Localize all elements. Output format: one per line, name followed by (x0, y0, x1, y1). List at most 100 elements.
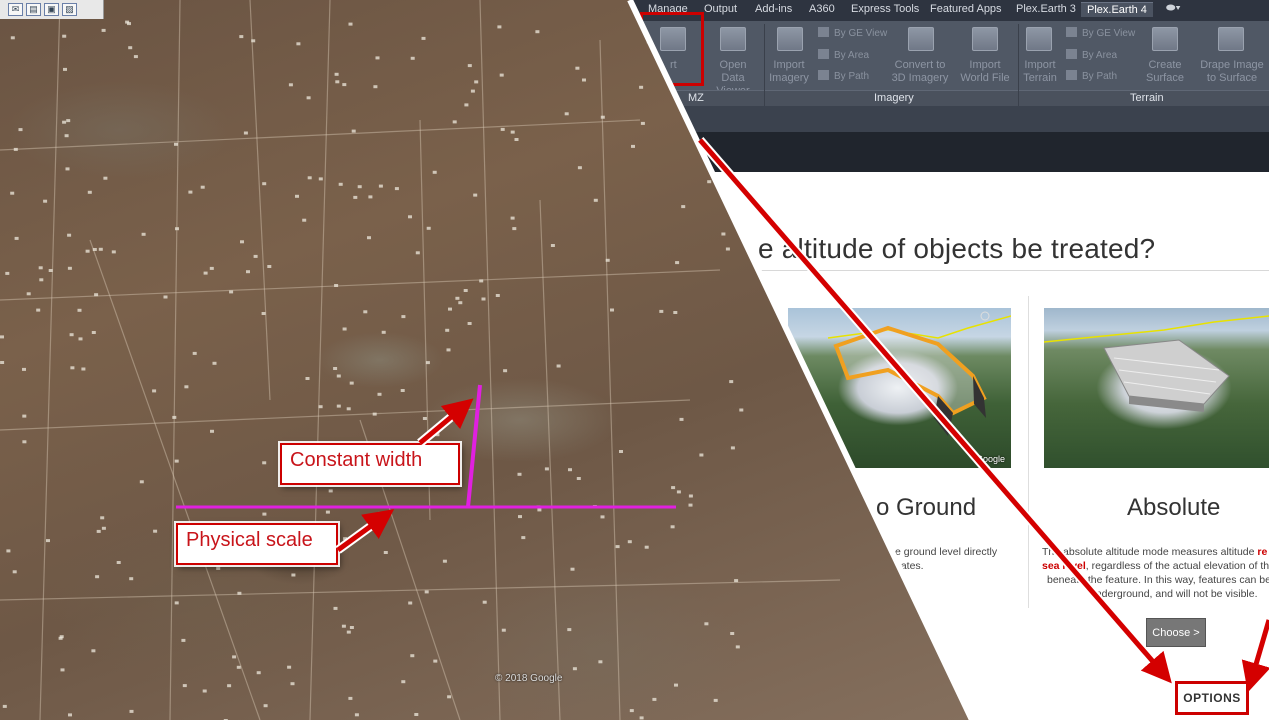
well-pad (111, 250, 116, 254)
well-pad (577, 166, 582, 170)
well-pad (91, 331, 96, 334)
well-pad (98, 247, 103, 251)
tab-plex-earth-4[interactable]: Plex.Earth 4 (1081, 2, 1153, 17)
well-pad (334, 72, 339, 76)
well-pad (725, 247, 730, 251)
well-pad (605, 258, 610, 262)
well-pad (70, 366, 75, 370)
mode-absolute-title: Absolute (1127, 494, 1221, 521)
well-pad (184, 385, 189, 389)
dialog-title: e altitude of objects be treated? (758, 233, 1156, 264)
panel-label-kmz: MZ (688, 92, 704, 104)
map-road (0, 269, 721, 301)
well-pad (253, 254, 258, 258)
create-surface-label-bottom: Surface (1146, 72, 1184, 84)
well-pad (67, 233, 72, 237)
well-pad (446, 348, 451, 352)
well-pad (267, 265, 272, 268)
well-pad (576, 477, 581, 480)
create-surface-button[interactable]: Create Surface (1140, 59, 1190, 85)
well-pad (652, 697, 657, 701)
import-world-file-button[interactable]: Import World File (956, 59, 1014, 85)
well-pad (704, 622, 709, 626)
absolute-preview[interactable] (1044, 308, 1269, 468)
import-imagery-button[interactable]: Import Imagery (766, 59, 812, 85)
well-pad (66, 119, 71, 123)
well-pad (452, 120, 457, 124)
well-pad (481, 297, 486, 301)
drape-image-label-top: Drape Image (1200, 59, 1264, 71)
well-pad (13, 147, 18, 151)
well-pad (510, 216, 515, 220)
convert-3d-label-top: Convert to (894, 59, 946, 71)
well-pad (216, 566, 221, 570)
well-pad (342, 327, 347, 331)
well-pad (688, 503, 693, 507)
by-area-button[interactable]: By Area (818, 49, 869, 61)
quick-access-toolbar: ✉ ▤ ▣ ▨ (0, 0, 104, 19)
tab-add-ins[interactable]: Add-ins (755, 3, 792, 15)
well-pad (174, 601, 179, 605)
map-road (309, 0, 331, 720)
well-pad (499, 73, 504, 77)
well-pad (368, 195, 373, 199)
well-pad (598, 660, 603, 664)
terrain-by-area-button[interactable]: By Area (1066, 49, 1117, 61)
print-icon[interactable]: ▤ (26, 3, 41, 16)
well-pad (38, 266, 43, 270)
terrain-by-ge-view-button[interactable]: By GE View (1066, 27, 1135, 39)
well-pad (639, 85, 644, 89)
well-pad (240, 240, 244, 244)
well-pad (129, 709, 134, 713)
well-pad (351, 129, 356, 133)
well-pad (236, 665, 241, 669)
well-pad (92, 248, 97, 251)
map-road (249, 0, 271, 401)
well-pad (65, 167, 70, 171)
well-pad (670, 525, 675, 529)
ribbon-options-icon[interactable]: ⬬▾ (1166, 2, 1181, 15)
choose-button[interactable]: Choose > (1146, 618, 1206, 647)
options-button[interactable]: OPTIONS (1175, 681, 1249, 715)
well-pad (39, 278, 44, 282)
well-pad (336, 374, 341, 378)
map-road (0, 579, 841, 601)
tab-express-tools[interactable]: Express Tools (851, 3, 919, 15)
well-pad (192, 351, 197, 355)
well-pad (401, 315, 406, 319)
drape-image-button[interactable]: Drape Image to Surface (1200, 59, 1264, 85)
well-pad (445, 328, 450, 332)
email-icon[interactable]: ✉ (8, 3, 23, 16)
well-pad (659, 309, 664, 313)
well-pad (60, 668, 65, 672)
abs-desc-line2-b: , regardless of the actual elevation of … (1085, 560, 1269, 572)
well-pad (372, 412, 377, 416)
well-pad (318, 177, 323, 181)
tab-plex-earth-3[interactable]: Plex.Earth 3 (1016, 3, 1076, 15)
terrain-by-path-button[interactable]: By Path (1066, 70, 1117, 82)
tab-featured-apps[interactable]: Featured Apps (930, 3, 1002, 15)
well-pad (474, 80, 479, 84)
tab-a360[interactable]: A360 (809, 3, 835, 15)
panel-label-imagery: Imagery (874, 92, 914, 104)
import-terrain-button[interactable]: Import Terrain (1020, 59, 1060, 85)
save-icon[interactable]: ▣ (44, 3, 59, 16)
by-path-button[interactable]: By Path (818, 70, 869, 82)
well-pad (91, 649, 96, 653)
by-ge-view-button[interactable]: By GE View (818, 27, 887, 39)
well-pad (172, 415, 177, 419)
well-pad (671, 486, 676, 490)
well-pad (0, 335, 4, 339)
import-world-file-icon (972, 27, 998, 51)
image-icon[interactable]: ▨ (62, 3, 77, 16)
well-pad (521, 536, 526, 540)
convert-3d-button[interactable]: Convert to 3D Imagery (890, 59, 950, 85)
well-pad (497, 25, 502, 29)
title-divider (740, 270, 1269, 271)
column-divider (1028, 296, 1029, 608)
well-pad (424, 590, 429, 594)
well-pad (338, 182, 343, 186)
tab-output[interactable]: Output (704, 3, 737, 15)
map-road (0, 119, 641, 151)
well-pad (674, 683, 678, 687)
